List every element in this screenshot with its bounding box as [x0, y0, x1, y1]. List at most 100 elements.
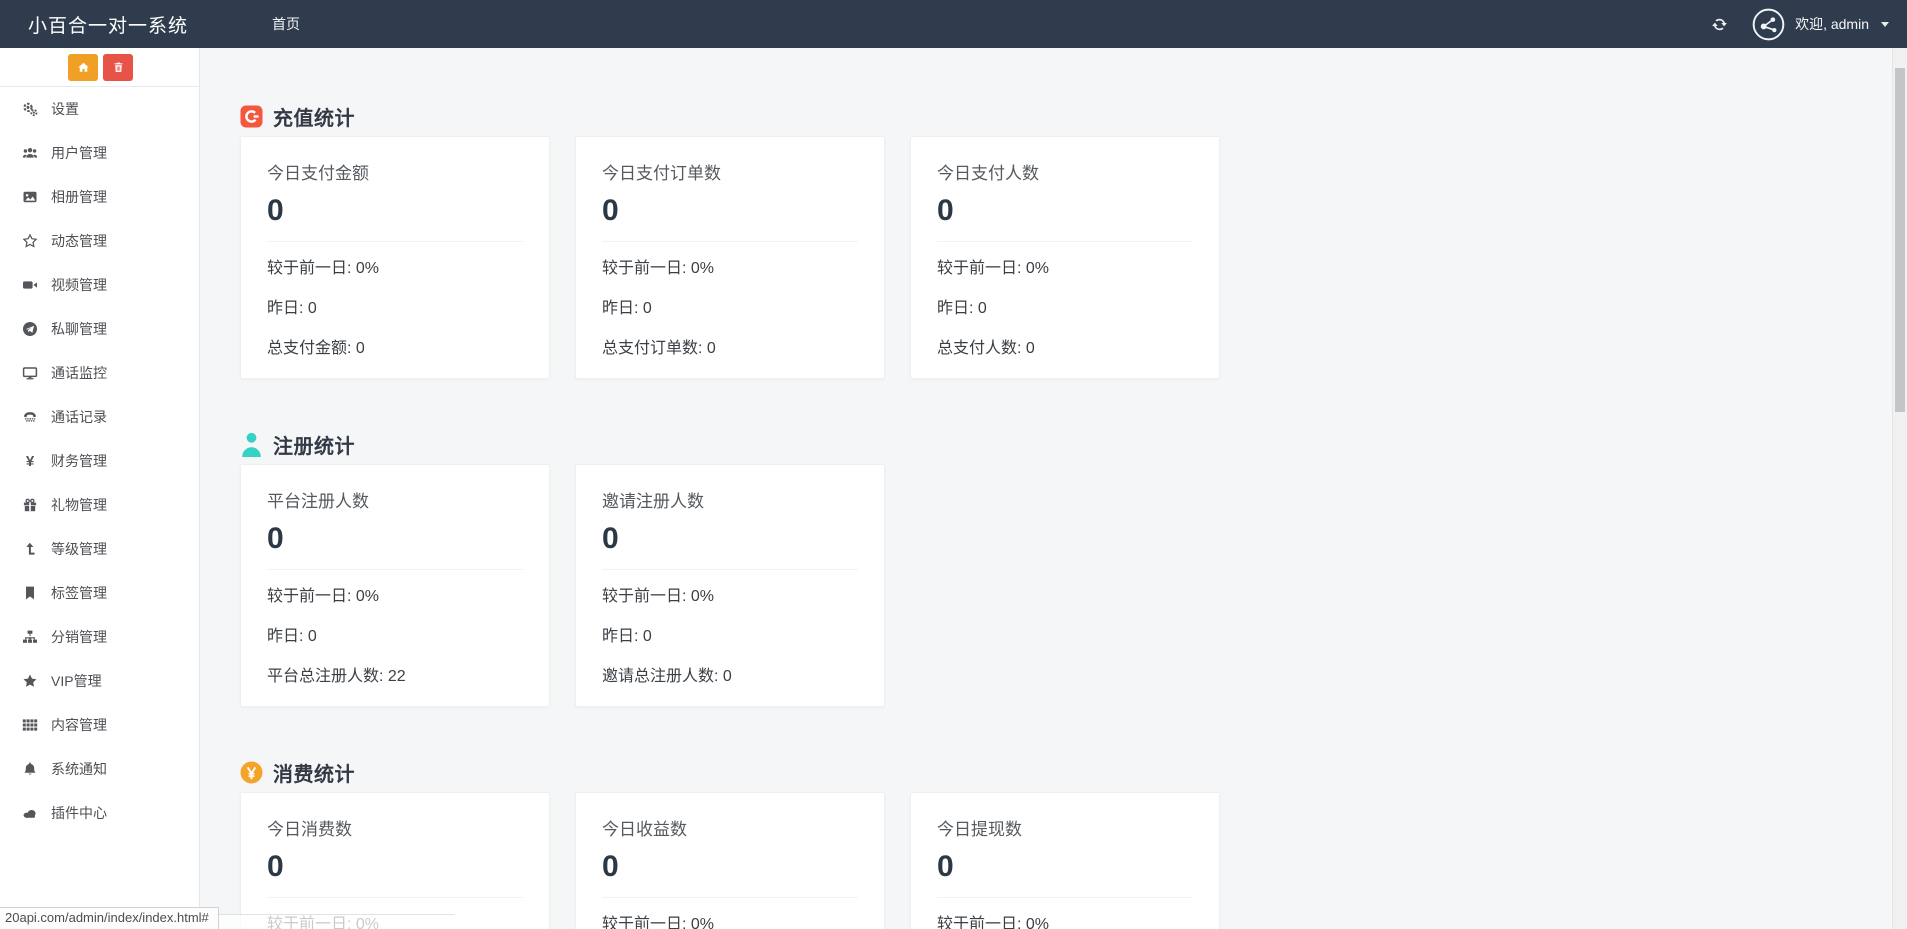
stat-card: 今日消费数 0 较于前一日: 0%	[240, 792, 550, 929]
vertical-scrollbar[interactable]	[1892, 48, 1907, 929]
stat-row: 较于前一日: 0%	[602, 916, 715, 929]
divider	[602, 241, 858, 242]
sidebar-item-label: 礼物管理	[51, 497, 107, 513]
sidebar-item-label: VIP管理	[51, 673, 102, 689]
monitor-icon	[20, 365, 40, 382]
sidebar-item-yen[interactable]: ¥ 财务管理	[0, 439, 199, 483]
cloud-icon	[20, 805, 40, 822]
section-title: 消费统计	[273, 763, 355, 786]
main-content: 充值统计 今日支付金额 0 较于前一日: 0% 昨日: 0 总支付金额: 0 今日支…	[200, 48, 1892, 929]
stat-label: 今日支付订单数	[602, 164, 721, 183]
stat-row: 昨日: 0	[267, 628, 317, 645]
star-icon	[20, 673, 40, 690]
chevron-right-icon	[173, 544, 183, 554]
home-icon	[77, 61, 90, 74]
topbar-right: 欢迎, admin	[1708, 8, 1889, 41]
chevron-right-icon	[173, 456, 183, 466]
chevron-right-icon	[173, 324, 183, 334]
sidebar-item-image[interactable]: 相册管理	[0, 175, 199, 219]
stat-row: 昨日: 0	[937, 300, 987, 317]
stat-row: 较于前一日: 0%	[267, 588, 380, 605]
section-consume: 消费统计 今日消费数 0 较于前一日: 0% 今日收益数 0 较于前一日: 0%…	[240, 759, 1892, 929]
chevron-right-icon	[173, 280, 183, 290]
stat-label: 今日提现数	[937, 820, 1022, 839]
chevron-right-icon	[173, 192, 183, 202]
sidebar-item-sitemap[interactable]: 分销管理	[0, 615, 199, 659]
section-register: 注册统计 平台注册人数 0 较于前一日: 0% 昨日: 0 平台总注册人数: 22 …	[240, 431, 1892, 707]
sidebar-item-monitor[interactable]: 通话监控	[0, 351, 199, 395]
chevron-right-icon	[173, 632, 183, 642]
sidebar-item-users[interactable]: 用户管理	[0, 131, 199, 175]
register-stats-icon	[240, 431, 263, 457]
stat-label: 今日收益数	[602, 820, 687, 839]
sidebar-item-bookmark[interactable]: 标签管理	[0, 571, 199, 615]
stat-row: 总支付人数: 0	[937, 340, 1035, 357]
sidebar-item-bell[interactable]: 系统通知	[0, 747, 199, 791]
scrollbar-thumb[interactable]	[1895, 68, 1905, 412]
cogs-icon	[20, 101, 40, 118]
sidebar-item-cloud[interactable]: 插件中心	[0, 791, 199, 835]
sidebar-item-phone-record[interactable]: 通话记录	[0, 395, 199, 439]
sidebar-item-label: 动态管理	[51, 233, 107, 249]
sidebar-item-label: 分销管理	[51, 629, 107, 645]
avatar	[1752, 8, 1785, 41]
chevron-right-icon	[173, 148, 183, 158]
stat-value: 0	[267, 194, 284, 227]
stat-row: 昨日: 0	[267, 300, 317, 317]
sidebar-item-label: 通话记录	[51, 409, 107, 425]
sidebar-item-cogs[interactable]: 设置	[0, 87, 199, 131]
sidebar-item-label: 用户管理	[51, 145, 107, 161]
chevron-right-icon	[173, 764, 183, 774]
bell-icon	[20, 761, 40, 778]
sidebar-item-label: 通话监控	[51, 365, 107, 381]
chevron-down-icon	[1881, 21, 1889, 27]
close-tabs-button[interactable]	[103, 53, 133, 81]
video-icon	[20, 277, 40, 294]
sidebar-item-video[interactable]: 视频管理	[0, 263, 199, 307]
stat-card: 今日收益数 0 较于前一日: 0%	[575, 792, 885, 929]
sidebar-menu: 设置 用户管理 相册管理 动态管理 视频管理 私聊管理 通话监控 通话记录 ¥ …	[0, 87, 199, 835]
sidebar-item-star-outline[interactable]: 动态管理	[0, 219, 199, 263]
sidebar-item-grid[interactable]: 内容管理	[0, 703, 199, 747]
tab-toolbar	[0, 48, 199, 87]
sidebar-item-label: 标签管理	[51, 585, 107, 601]
topbar-nav: 首页	[254, 0, 318, 48]
stat-card: 今日支付订单数 0 较于前一日: 0% 昨日: 0 总支付订单数: 0	[575, 136, 885, 379]
users-icon	[20, 145, 40, 162]
stat-row: 较于前一日: 0%	[937, 916, 1050, 929]
stat-label: 今日支付人数	[937, 164, 1039, 183]
stat-value: 0	[602, 194, 619, 227]
stat-row: 较于前一日: 0%	[602, 260, 715, 277]
bookmark-icon	[20, 585, 40, 602]
sidebar-item-label: 私聊管理	[51, 321, 107, 337]
home-tab-button[interactable]	[68, 53, 98, 81]
stat-row: 较于前一日: 0%	[937, 260, 1050, 277]
divider	[602, 569, 858, 570]
stat-label: 平台注册人数	[267, 492, 369, 511]
sidebar-item-level-up[interactable]: 等级管理	[0, 527, 199, 571]
trash-icon	[112, 61, 125, 74]
nav-item-home[interactable]: 首页	[254, 0, 318, 48]
sidebar-item-star[interactable]: VIP管理	[0, 659, 199, 703]
stat-card: 邀请注册人数 0 较于前一日: 0% 昨日: 0 邀请总注册人数: 0	[575, 464, 885, 707]
status-url-bubble: 20api.com/admin/index/index.html#	[0, 907, 219, 929]
chevron-right-icon	[173, 720, 183, 730]
sidebar-item-gift[interactable]: 礼物管理	[0, 483, 199, 527]
stat-label: 今日消费数	[267, 820, 352, 839]
stat-card: 今日支付金额 0 较于前一日: 0% 昨日: 0 总支付金额: 0	[240, 136, 550, 379]
topbar: 小百合一对一系统 首页 欢迎, admin	[0, 0, 1907, 48]
user-menu[interactable]: 欢迎, admin	[1752, 8, 1889, 41]
chevron-right-icon	[173, 236, 183, 246]
sidebar-item-label: 系统通知	[51, 761, 107, 777]
consume-stats-icon	[240, 759, 263, 785]
divider	[937, 241, 1193, 242]
stat-row: 昨日: 0	[602, 628, 652, 645]
app-title: 小百合一对一系统	[28, 15, 189, 37]
section-title: 注册统计	[273, 435, 355, 458]
level-up-icon	[20, 541, 40, 558]
sidebar-item-paper-plane-circle[interactable]: 私聊管理	[0, 307, 199, 351]
paper-plane-circle-icon	[20, 321, 40, 338]
refresh-icon[interactable]	[1708, 13, 1730, 35]
chevron-right-icon	[173, 676, 183, 686]
section-title: 充值统计	[273, 107, 355, 130]
